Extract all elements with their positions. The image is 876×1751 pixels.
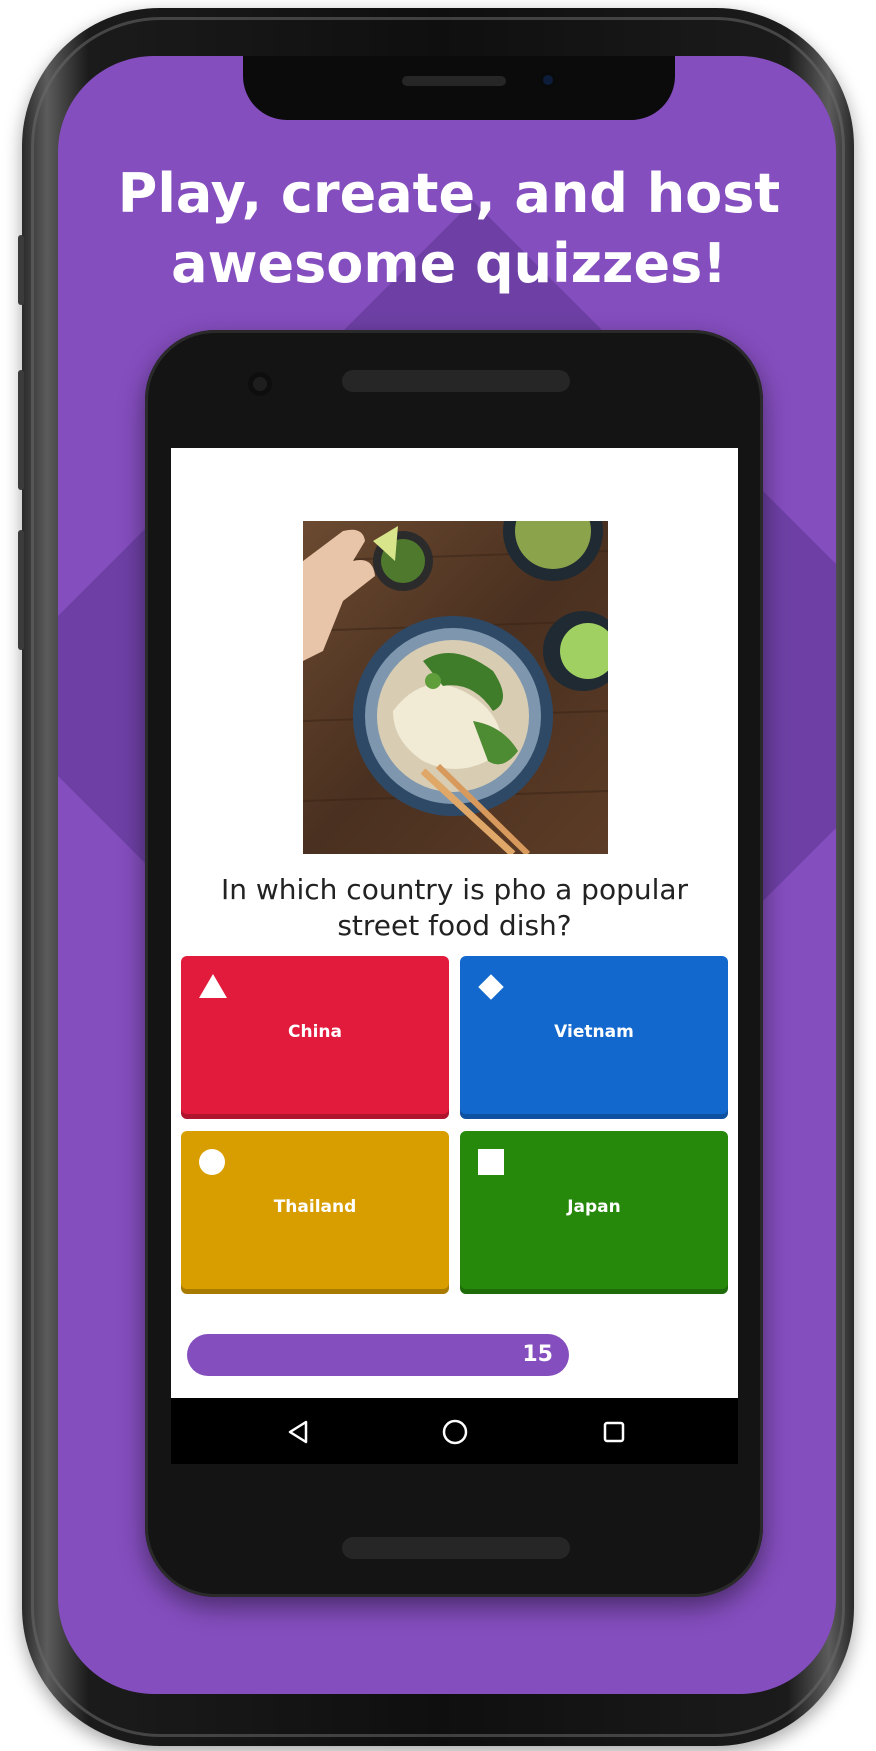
square-icon [478, 1149, 504, 1175]
answer-china[interactable]: China [181, 956, 449, 1119]
answer-vietnam[interactable]: Vietnam [460, 956, 728, 1119]
answer-label: Thailand [273, 1197, 357, 1217]
question-line-2: street food dish? [337, 909, 572, 942]
question-image [303, 521, 608, 854]
answer-japan[interactable]: Japan [460, 1131, 728, 1294]
volume-up-button [18, 235, 24, 305]
circle-icon [199, 1149, 225, 1175]
promo-headline-line-1: Play, create, and host [117, 162, 781, 225]
triangle-icon [199, 974, 227, 998]
phone-notch [243, 56, 675, 120]
inner-camera-icon [248, 372, 272, 396]
inner-earpiece [342, 370, 570, 392]
timer-progress-bar: 15 [187, 1334, 569, 1376]
question-text: In which country is pho a popular street… [171, 872, 738, 944]
answer-label: Japan [567, 1197, 621, 1217]
answer-label: Vietnam [554, 1022, 634, 1042]
earpiece-speaker [402, 76, 506, 86]
timer-value: 15 [522, 1342, 553, 1367]
back-triangle-icon[interactable] [278, 1412, 318, 1452]
pho-bowl-image [303, 521, 608, 854]
silent-switch [18, 530, 24, 650]
volume-down-button [18, 370, 24, 490]
front-camera-icon [539, 71, 557, 89]
promo-headline-line-2: awesome quizzes! [171, 232, 727, 295]
answer-thailand[interactable]: Thailand [181, 1131, 449, 1294]
recents-square-icon[interactable] [594, 1412, 634, 1452]
diamond-icon [478, 974, 504, 1000]
answer-label: China [288, 1022, 342, 1042]
android-navigation-bar [171, 1398, 738, 1464]
home-circle-icon[interactable] [435, 1412, 475, 1452]
inner-bottom-speaker [342, 1537, 570, 1559]
question-line-1: In which country is pho a popular [220, 873, 689, 906]
